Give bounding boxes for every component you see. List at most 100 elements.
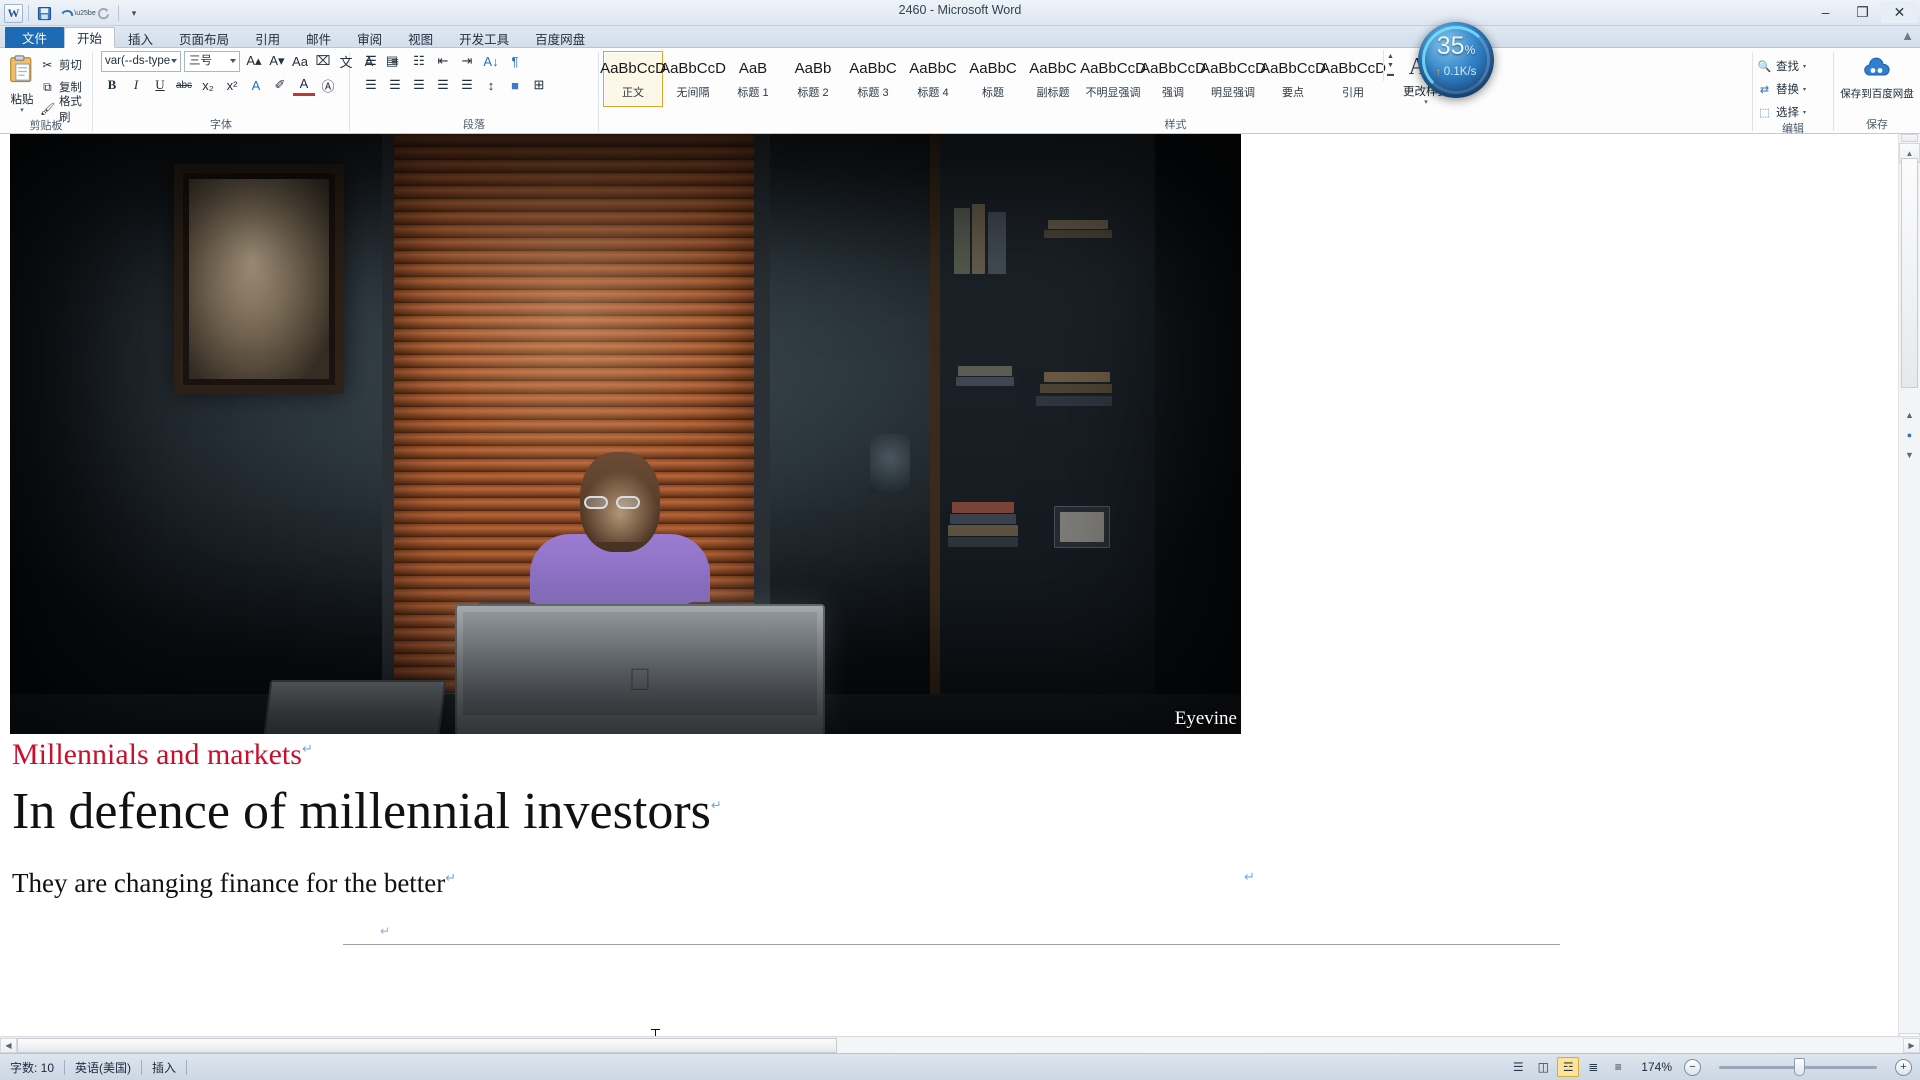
zoom-slider-knob[interactable] — [1794, 1058, 1806, 1076]
vertical-scrollbar[interactable]: ▲ ▲ ● ▼ ▼ — [1898, 134, 1920, 1053]
ribbon-tab-4[interactable]: 引用 — [242, 27, 293, 48]
ribbon-tab-9[interactable]: 百度网盘 — [522, 27, 598, 48]
editing-item-2[interactable]: ⬚ 选择 ▾ — [1757, 102, 1806, 122]
grow-font-icon[interactable]: A▴ — [243, 50, 265, 72]
change-case-icon[interactable]: Aa — [289, 50, 311, 72]
subscript-icon[interactable]: x₂ — [197, 74, 219, 96]
sort-icon[interactable]: A↓ — [480, 50, 502, 72]
paste-dropdown-arrow[interactable]: ▾ — [20, 107, 24, 114]
hscroll-track[interactable] — [17, 1037, 1903, 1053]
borders-icon[interactable]: ⊞ — [528, 74, 550, 96]
align-right-icon[interactable]: ☰ — [408, 74, 430, 96]
style-item-3[interactable]: AaBb 标题 2 — [783, 51, 843, 107]
zoom-in-button[interactable]: + — [1895, 1058, 1912, 1076]
clipboard-item-0[interactable]: ✂ 剪切 — [40, 55, 88, 75]
style-item-0[interactable]: AaBbCcD 正文 — [600, 51, 666, 107]
show-marks-icon[interactable]: ¶ — [504, 50, 526, 72]
change-styles-arrow[interactable]: ▾ — [1424, 99, 1428, 106]
paste-button[interactable]: 粘贴 ▾ — [4, 51, 40, 114]
underline-icon[interactable]: U — [149, 74, 171, 96]
editing-item-0[interactable]: 🔍 查找 ▾ — [1757, 56, 1806, 76]
editing-item-arrow[interactable]: ▾ — [1803, 63, 1806, 70]
text-effects-icon[interactable]: A — [245, 74, 267, 96]
font-size-dropdown-icon[interactable] — [230, 58, 236, 63]
enclose-character-icon[interactable]: Ⓐ — [317, 74, 339, 96]
style-item-10[interactable]: AaBbCcD 明显强调 — [1200, 51, 1266, 107]
document-area[interactable]:  Eyevine ↵ Millennials and markets↵ In … — [0, 134, 1920, 1053]
style-item-2[interactable]: AaB 标题 1 — [723, 51, 783, 107]
align-center-icon[interactable]: ☰ — [384, 74, 406, 96]
align-left-icon[interactable]: ☰ — [360, 74, 382, 96]
horizontal-scroll-thumb[interactable] — [17, 1037, 837, 1053]
editing-item-1[interactable]: ⇄ 替换 ▾ — [1757, 79, 1806, 99]
italic-icon[interactable]: I — [125, 74, 147, 96]
shading-icon[interactable]: ■ — [504, 74, 526, 96]
ribbon-tab-5[interactable]: 邮件 — [293, 27, 344, 48]
ribbon-tab-1[interactable]: 开始 — [64, 27, 116, 48]
insert-mode-indicator[interactable]: 插入 — [142, 1054, 186, 1080]
split-window-handle[interactable] — [1901, 134, 1918, 142]
ribbon-tab-2[interactable]: 插入 — [115, 27, 166, 48]
editing-item-arrow[interactable]: ▾ — [1803, 86, 1806, 93]
web-layout-view[interactable]: ☲ — [1557, 1057, 1580, 1077]
print-layout-view[interactable]: ☰ — [1507, 1057, 1529, 1077]
line-spacing-icon[interactable]: ↕ — [480, 74, 502, 96]
font-color-icon[interactable]: A — [293, 74, 315, 96]
font-name-input[interactable]: var(--ds-type — [101, 50, 181, 72]
decrease-indent-icon[interactable]: ⇤ — [432, 50, 454, 72]
bullets-icon[interactable]: ☰ — [360, 50, 382, 72]
style-item-12[interactable]: AaBbCcD 引用 — [1320, 51, 1386, 107]
vertical-scroll-thumb[interactable] — [1901, 158, 1918, 388]
restore-button[interactable]: ❐ — [1844, 1, 1881, 23]
save-to-baidu-button[interactable]: 保存到百度网盘 — [1838, 52, 1916, 100]
clipboard-item-2[interactable]: 🖌 格式刷 — [40, 96, 88, 124]
previous-page-button[interactable]: ▲ — [1902, 406, 1917, 424]
hscroll-left-button[interactable]: ◀ — [0, 1037, 17, 1053]
increase-indent-icon[interactable]: ⇥ — [456, 50, 478, 72]
horizontal-scrollbar[interactable]: ◀ ▶ — [0, 1036, 1920, 1053]
zoom-slider[interactable] — [1703, 1057, 1893, 1077]
outline-view[interactable]: ≣ — [1582, 1057, 1604, 1077]
ribbon-tab-3[interactable]: 页面布局 — [166, 27, 242, 48]
language-indicator[interactable]: 英语(美国) — [65, 1054, 141, 1080]
window-controls[interactable]: – ❐ ✕ — [1807, 0, 1918, 26]
style-item-11[interactable]: AaBbCcD 要点 — [1260, 51, 1326, 107]
ribbon-tab-8[interactable]: 开发工具 — [446, 27, 522, 48]
numbering-icon[interactable]: ≡ — [384, 50, 406, 72]
hscroll-right-button[interactable]: ▶ — [1903, 1037, 1920, 1053]
styles-gallery[interactable]: AaBbCcD 正文 AaBbCcD 无间隔 AaB 标题 1 AaBb 标题 2 AaBbC 标… — [600, 50, 1386, 107]
ribbon-tab-0[interactable]: 文件 — [5, 27, 65, 48]
shrink-font-icon[interactable]: A▾ — [266, 50, 288, 72]
bold-icon[interactable]: B — [101, 74, 123, 96]
word-count[interactable]: 字数: 10 — [0, 1054, 64, 1080]
superscript-icon[interactable]: x² — [221, 74, 243, 96]
zoom-level[interactable]: 174% — [1631, 1060, 1682, 1074]
minimize-button[interactable]: – — [1807, 1, 1844, 23]
document-page[interactable]:  Eyevine ↵ Millennials and markets↵ In … — [0, 134, 1898, 1053]
close-button[interactable]: ✕ — [1881, 1, 1918, 23]
gallery-scroll-up-icon[interactable]: ▲ — [1387, 52, 1394, 61]
style-item-6[interactable]: AaBbC 标题 — [963, 51, 1023, 107]
editing-item-arrow[interactable]: ▾ — [1803, 109, 1806, 116]
draft-view[interactable]: ≡ — [1607, 1057, 1629, 1077]
style-item-8[interactable]: AaBbCcD 不明显强调 — [1080, 51, 1146, 107]
style-item-7[interactable]: AaBbC 副标题 — [1023, 51, 1083, 107]
font-size-input[interactable]: 三号 — [184, 50, 240, 72]
next-page-button[interactable]: ▼ — [1902, 446, 1917, 464]
ribbon-help-icon[interactable]: ▲ — [1901, 28, 1914, 43]
select-browse-object-button[interactable]: ● — [1902, 426, 1917, 444]
gallery-scroll-down-icon[interactable]: ▼ — [1387, 61, 1394, 70]
network-speed-widget[interactable]: 35% ↑ 0.1K/s — [1418, 22, 1494, 98]
multilevel-list-icon[interactable]: ☷ — [408, 50, 430, 72]
style-item-9[interactable]: AaBbCcD 强调 — [1140, 51, 1206, 107]
full-screen-reading-view[interactable]: ◫ — [1532, 1057, 1554, 1077]
ribbon-tab-6[interactable]: 审阅 — [344, 27, 395, 48]
zoom-out-button[interactable]: − — [1684, 1058, 1701, 1076]
style-item-5[interactable]: AaBbC 标题 4 — [903, 51, 963, 107]
styles-gallery-scroll[interactable]: ▲ ▼ ▬ — [1383, 50, 1397, 81]
clear-formatting-icon[interactable]: ⌧ — [312, 50, 334, 72]
gallery-more-icon[interactable]: ▬ — [1387, 70, 1394, 79]
distribute-icon[interactable]: ☰ — [456, 74, 478, 96]
justify-icon[interactable]: ☰ — [432, 74, 454, 96]
ribbon-tab-7[interactable]: 视图 — [395, 27, 446, 48]
